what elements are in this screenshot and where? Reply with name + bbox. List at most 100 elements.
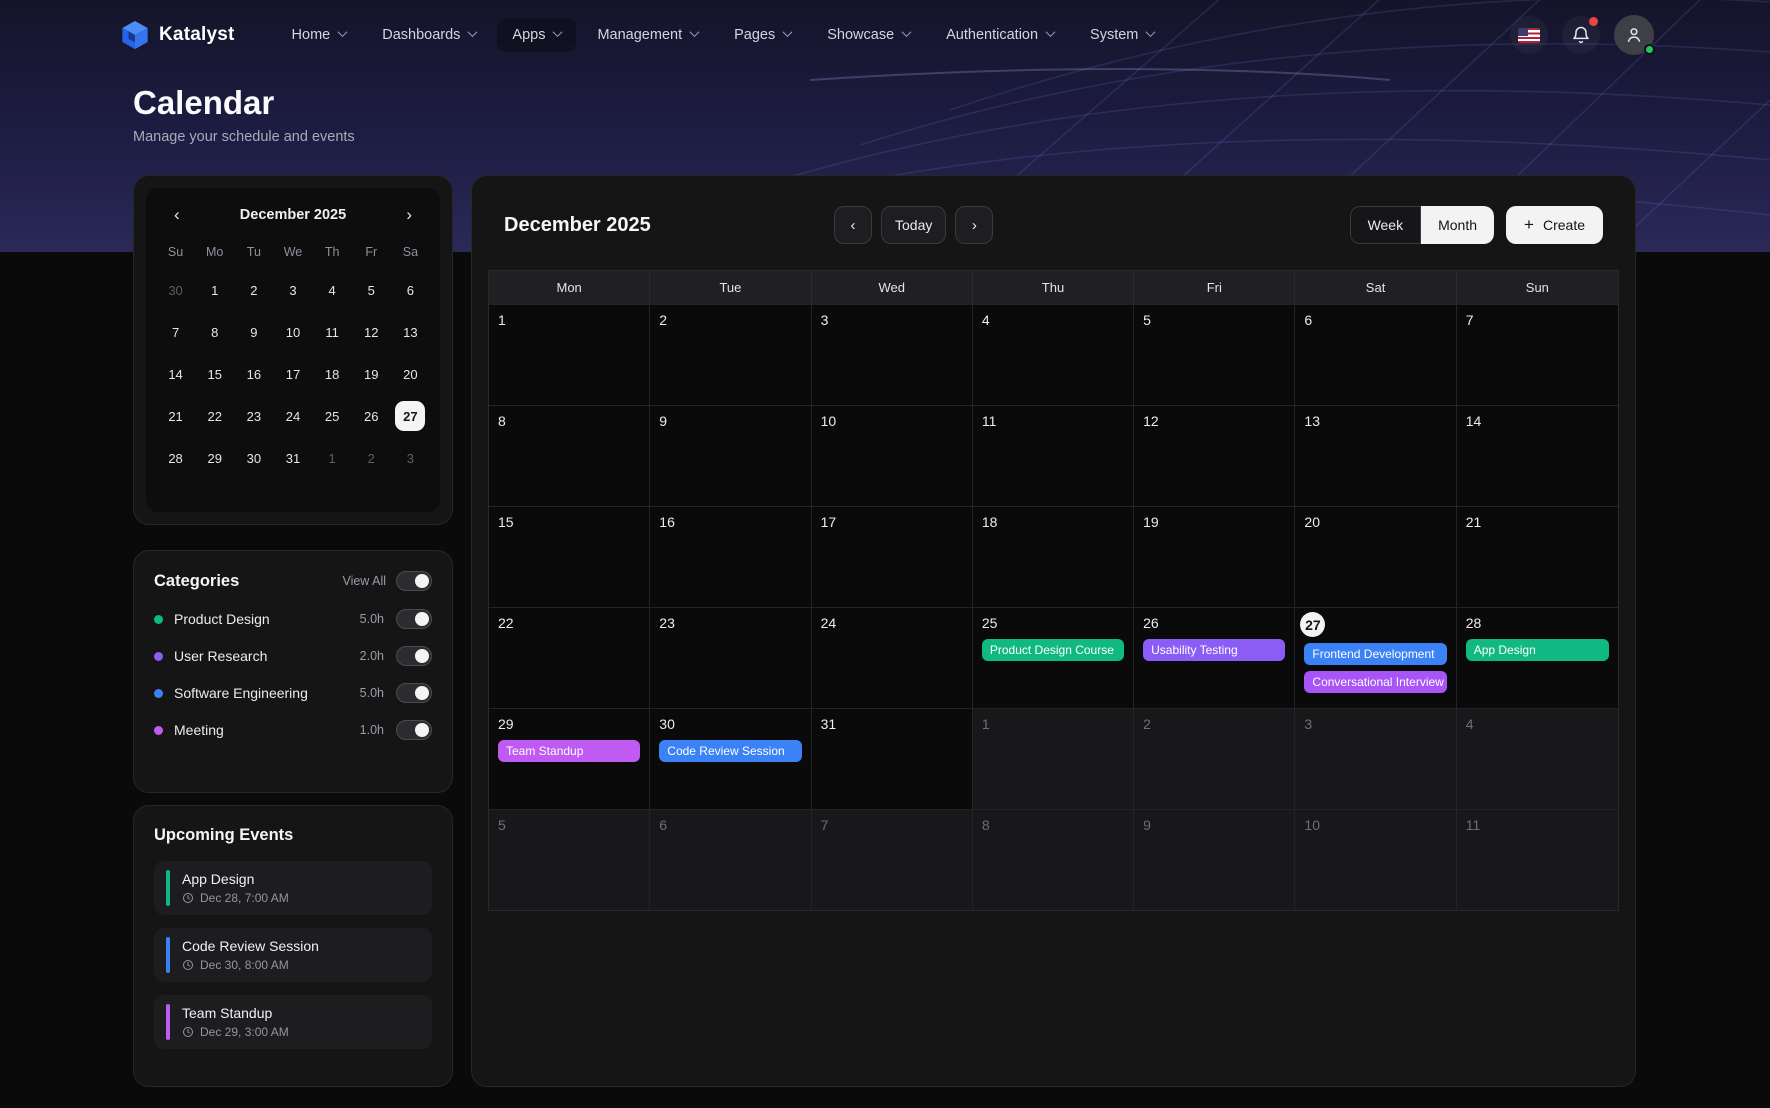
day-cell-31[interactable]: 31 (812, 708, 973, 809)
view-all-toggle[interactable] (396, 571, 432, 591)
nav-item-dashboards[interactable]: Dashboards (367, 18, 491, 52)
upcoming-event-team-standup[interactable]: Team StandupDec 29, 3:00 AM (154, 995, 432, 1049)
mini-day-25[interactable]: 25 (313, 397, 352, 435)
day-cell-4[interactable]: 4 (973, 304, 1134, 405)
event-pill-usability-testing[interactable]: Usability Testing (1143, 639, 1285, 661)
brand[interactable]: Katalyst (120, 20, 235, 50)
day-cell-5-other[interactable]: 5 (489, 809, 650, 910)
mini-day-5[interactable]: 5 (352, 271, 391, 309)
mini-day-28[interactable]: 28 (156, 439, 195, 477)
category-toggle-meeting[interactable] (396, 720, 432, 740)
week-view-button[interactable]: Week (1350, 206, 1422, 244)
mini-day-3[interactable]: 3 (273, 271, 312, 309)
day-cell-18[interactable]: 18 (973, 506, 1134, 607)
nav-item-showcase[interactable]: Showcase (812, 18, 925, 52)
language-flag-button[interactable] (1510, 16, 1548, 54)
create-event-button[interactable]: + Create (1506, 206, 1603, 244)
category-toggle-product-design[interactable] (396, 609, 432, 629)
event-pill-code-review-session[interactable]: Code Review Session (659, 740, 801, 762)
mini-day-30[interactable]: 30 (156, 271, 195, 309)
nav-item-home[interactable]: Home (277, 18, 362, 52)
mini-day-29[interactable]: 29 (195, 439, 234, 477)
day-cell-8[interactable]: 8 (489, 405, 650, 506)
mini-day-30[interactable]: 30 (234, 439, 273, 477)
event-pill-product-design-course[interactable]: Product Design Course (982, 639, 1124, 661)
day-cell-12[interactable]: 12 (1134, 405, 1295, 506)
day-cell-27[interactable]: 27Frontend DevelopmentConversational Int… (1295, 607, 1456, 708)
day-cell-4-other[interactable]: 4 (1457, 708, 1618, 809)
mini-day-26[interactable]: 26 (352, 397, 391, 435)
day-cell-30[interactable]: 30Code Review Session (650, 708, 811, 809)
nav-item-authentication[interactable]: Authentication (931, 18, 1069, 52)
mini-day-13[interactable]: 13 (391, 313, 430, 351)
day-cell-17[interactable]: 17 (812, 506, 973, 607)
day-cell-19[interactable]: 19 (1134, 506, 1295, 607)
mini-day-1[interactable]: 1 (313, 439, 352, 477)
day-cell-6[interactable]: 6 (1295, 304, 1456, 405)
mini-day-14[interactable]: 14 (156, 355, 195, 393)
event-pill-frontend-development[interactable]: Frontend Development (1304, 643, 1446, 665)
day-cell-9[interactable]: 9 (650, 405, 811, 506)
day-cell-10[interactable]: 10 (812, 405, 973, 506)
day-cell-16[interactable]: 16 (650, 506, 811, 607)
prev-period-button[interactable]: ‹ (834, 206, 872, 244)
day-cell-22[interactable]: 22 (489, 607, 650, 708)
event-pill-team-standup[interactable]: Team Standup (498, 740, 640, 762)
mini-day-9[interactable]: 9 (234, 313, 273, 351)
day-cell-25[interactable]: 25Product Design Course (973, 607, 1134, 708)
day-cell-26[interactable]: 26Usability Testing (1134, 607, 1295, 708)
mini-day-2[interactable]: 2 (352, 439, 391, 477)
category-toggle-user-research[interactable] (396, 646, 432, 666)
mini-next-month-button[interactable]: › (398, 202, 420, 227)
day-cell-7-other[interactable]: 7 (812, 809, 973, 910)
day-cell-3-other[interactable]: 3 (1295, 708, 1456, 809)
nav-item-system[interactable]: System (1075, 18, 1169, 52)
mini-prev-month-button[interactable]: ‹ (166, 202, 188, 227)
day-cell-5[interactable]: 5 (1134, 304, 1295, 405)
mini-day-22[interactable]: 22 (195, 397, 234, 435)
category-toggle-software-engineering[interactable] (396, 683, 432, 703)
mini-day-27[interactable]: 27 (391, 397, 430, 435)
today-button[interactable]: Today (881, 206, 946, 244)
day-cell-2-other[interactable]: 2 (1134, 708, 1295, 809)
mini-day-16[interactable]: 16 (234, 355, 273, 393)
day-cell-2[interactable]: 2 (650, 304, 811, 405)
day-cell-11[interactable]: 11 (973, 405, 1134, 506)
mini-day-17[interactable]: 17 (273, 355, 312, 393)
nav-item-management[interactable]: Management (582, 18, 713, 52)
day-cell-23[interactable]: 23 (650, 607, 811, 708)
day-cell-20[interactable]: 20 (1295, 506, 1456, 607)
day-cell-6-other[interactable]: 6 (650, 809, 811, 910)
mini-day-24[interactable]: 24 (273, 397, 312, 435)
mini-day-20[interactable]: 20 (391, 355, 430, 393)
day-cell-21[interactable]: 21 (1457, 506, 1618, 607)
notifications-button[interactable] (1562, 16, 1600, 54)
day-cell-7[interactable]: 7 (1457, 304, 1618, 405)
month-view-button[interactable]: Month (1421, 206, 1494, 244)
mini-day-11[interactable]: 11 (313, 313, 352, 351)
mini-day-8[interactable]: 8 (195, 313, 234, 351)
event-pill-conversational-interview[interactable]: Conversational Interview (1304, 671, 1446, 693)
day-cell-1[interactable]: 1 (489, 304, 650, 405)
mini-day-4[interactable]: 4 (313, 271, 352, 309)
mini-day-7[interactable]: 7 (156, 313, 195, 351)
day-cell-10-other[interactable]: 10 (1295, 809, 1456, 910)
day-cell-11-other[interactable]: 11 (1457, 809, 1618, 910)
mini-day-23[interactable]: 23 (234, 397, 273, 435)
mini-day-3[interactable]: 3 (391, 439, 430, 477)
upcoming-event-code-review-session[interactable]: Code Review SessionDec 30, 8:00 AM (154, 928, 432, 982)
mini-day-12[interactable]: 12 (352, 313, 391, 351)
mini-day-19[interactable]: 19 (352, 355, 391, 393)
mini-day-21[interactable]: 21 (156, 397, 195, 435)
event-pill-app-design[interactable]: App Design (1466, 639, 1609, 661)
day-cell-1-other[interactable]: 1 (973, 708, 1134, 809)
mini-day-1[interactable]: 1 (195, 271, 234, 309)
day-cell-14[interactable]: 14 (1457, 405, 1618, 506)
upcoming-event-app-design[interactable]: App DesignDec 28, 7:00 AM (154, 861, 432, 915)
next-period-button[interactable]: › (955, 206, 993, 244)
day-cell-8-other[interactable]: 8 (973, 809, 1134, 910)
day-cell-29[interactable]: 29Team Standup (489, 708, 650, 809)
day-cell-3[interactable]: 3 (812, 304, 973, 405)
day-cell-13[interactable]: 13 (1295, 405, 1456, 506)
day-cell-24[interactable]: 24 (812, 607, 973, 708)
